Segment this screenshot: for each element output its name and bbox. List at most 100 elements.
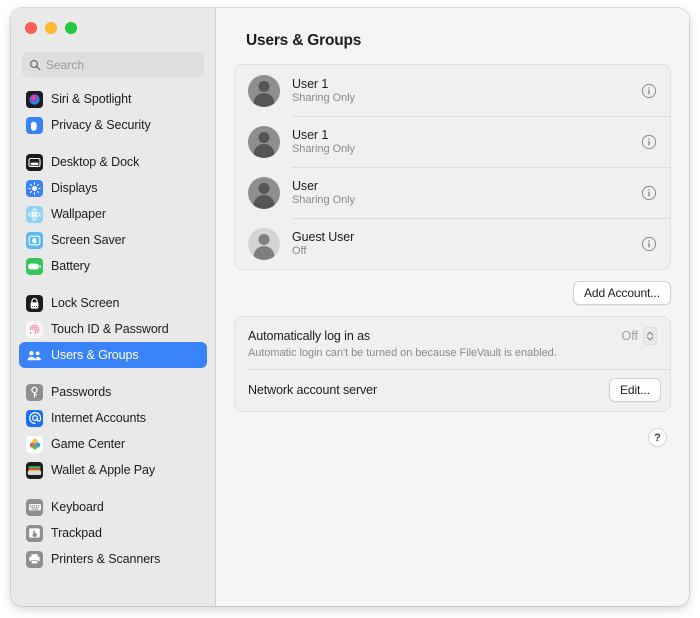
chevron-updown-icon[interactable] — [643, 327, 657, 345]
sidebar-item-keyboard[interactable]: Keyboard — [19, 494, 207, 520]
sidebar-item-label: Trackpad — [51, 526, 102, 540]
lock-icon — [26, 295, 43, 312]
sidebar: Siri & Spotlight Privacy & Security — [11, 8, 216, 606]
sidebar-item-game-center[interactable]: Game Center — [19, 431, 207, 457]
avatar — [248, 126, 280, 158]
people-icon — [26, 347, 43, 364]
search-input[interactable] — [46, 58, 197, 72]
avatar — [248, 75, 280, 107]
user-name: User 1 — [292, 128, 641, 142]
sidebar-nav: Siri & Spotlight Privacy & Security — [11, 86, 215, 572]
sidebar-item-label: Passwords — [51, 385, 111, 399]
user-info: User Sharing Only — [292, 179, 641, 206]
battery-icon — [26, 258, 43, 275]
user-name: User — [292, 179, 641, 193]
dock-icon — [26, 154, 43, 171]
user-info: Guest User Off — [292, 230, 641, 257]
add-account-row: Add Account... — [234, 281, 671, 305]
sidebar-item-siri-spotlight[interactable]: Siri & Spotlight — [19, 86, 207, 112]
sidebar-item-displays[interactable]: Displays — [19, 175, 207, 201]
user-row[interactable]: User 1 Sharing Only — [235, 116, 670, 167]
info-icon[interactable] — [641, 83, 657, 99]
sidebar-item-passwords[interactable]: Passwords — [19, 379, 207, 405]
sidebar-item-users-groups[interactable]: Users & Groups — [19, 342, 207, 368]
sidebar-item-label: Siri & Spotlight — [51, 92, 131, 106]
siri-icon — [26, 91, 43, 108]
sidebar-item-label: Touch ID & Password — [51, 322, 169, 336]
game-center-icon — [26, 436, 43, 453]
user-status: Sharing Only — [292, 143, 641, 155]
brightness-icon — [26, 180, 43, 197]
edit-button[interactable]: Edit... — [609, 378, 661, 402]
sidebar-item-label: Displays — [51, 181, 97, 195]
avatar — [248, 177, 280, 209]
minimize-button[interactable] — [45, 22, 57, 34]
printer-icon — [26, 551, 43, 568]
user-info: User 1 Sharing Only — [292, 77, 641, 104]
sidebar-group-2: Desktop & Dock — [19, 149, 207, 279]
user-row[interactable]: Guest User Off — [235, 218, 670, 269]
info-icon[interactable] — [641, 185, 657, 201]
keyboard-icon — [26, 499, 43, 516]
sidebar-item-battery[interactable]: Battery — [19, 253, 207, 279]
user-name: User 1 — [292, 77, 641, 91]
auto-login-value: Off — [622, 329, 638, 343]
hand-icon — [26, 117, 43, 134]
sidebar-item-lock-screen[interactable]: Lock Screen — [19, 290, 207, 316]
info-icon[interactable] — [641, 236, 657, 252]
screensaver-icon — [26, 232, 43, 249]
trackpad-icon — [26, 525, 43, 542]
window-controls — [11, 8, 215, 44]
sidebar-group-4: Passwords Internet Accounts — [19, 379, 207, 483]
user-row[interactable]: User Sharing Only — [235, 167, 670, 218]
sidebar-group-1: Siri & Spotlight Privacy & Security — [19, 86, 207, 138]
system-settings-window: Siri & Spotlight Privacy & Security — [11, 8, 689, 606]
sidebar-item-label: Keyboard — [51, 500, 104, 514]
info-icon[interactable] — [641, 134, 657, 150]
fingerprint-icon — [26, 321, 43, 338]
sidebar-item-privacy-security[interactable]: Privacy & Security — [19, 112, 207, 138]
auto-login-control[interactable]: Off — [622, 327, 657, 345]
sidebar-item-label: Screen Saver — [51, 233, 126, 247]
sidebar-item-label: Privacy & Security — [51, 118, 151, 132]
sidebar-item-wallet-apple-pay[interactable]: Wallet & Apple Pay — [19, 457, 207, 483]
help-button[interactable]: ? — [648, 428, 667, 447]
sidebar-item-label: Internet Accounts — [51, 411, 146, 425]
wallet-icon — [26, 462, 43, 479]
close-button[interactable] — [25, 22, 37, 34]
sidebar-item-label: Wallpaper — [51, 207, 106, 221]
maximize-button[interactable] — [65, 22, 77, 34]
user-row[interactable]: User 1 Sharing Only — [235, 65, 670, 116]
search-icon — [29, 59, 41, 71]
content-pane: Users & Groups User 1 Sharing Only — [216, 8, 689, 606]
sidebar-item-label: Desktop & Dock — [51, 155, 139, 169]
key-icon — [26, 384, 43, 401]
sidebar-item-screen-saver[interactable]: Screen Saver — [19, 227, 207, 253]
sidebar-item-touch-id-password[interactable]: Touch ID & Password — [19, 316, 207, 342]
sidebar-item-label: Printers & Scanners — [51, 552, 160, 566]
at-sign-icon — [26, 410, 43, 427]
users-list-card: User 1 Sharing Only User 1 Sh — [234, 64, 671, 270]
sidebar-group-3: Lock Screen Touch ID & Pas — [19, 290, 207, 368]
sidebar-item-printers-scanners[interactable]: Printers & Scanners — [19, 546, 207, 572]
search-field[interactable] — [22, 52, 204, 77]
add-account-button[interactable]: Add Account... — [573, 281, 671, 305]
flower-icon — [26, 206, 43, 223]
user-status: Off — [292, 245, 641, 257]
sidebar-item-wallpaper[interactable]: Wallpaper — [19, 201, 207, 227]
user-status: Sharing Only — [292, 92, 641, 104]
sidebar-group-5: Keyboard Trackpad — [19, 494, 207, 572]
sidebar-item-label: Game Center — [51, 437, 125, 451]
sidebar-item-label: Lock Screen — [51, 296, 119, 310]
sidebar-item-label: Users & Groups — [51, 348, 139, 362]
sidebar-item-label: Battery — [51, 259, 90, 273]
sidebar-item-trackpad[interactable]: Trackpad — [19, 520, 207, 546]
user-name: Guest User — [292, 230, 641, 244]
user-info: User 1 Sharing Only — [292, 128, 641, 155]
login-settings-card: Automatically log in as Off Automatic lo… — [234, 316, 671, 412]
sidebar-item-label: Wallet & Apple Pay — [51, 463, 155, 477]
auto-login-description: Automatic login can't be turned on becau… — [248, 347, 657, 359]
network-account-label: Network account server — [248, 383, 377, 397]
sidebar-item-desktop-dock[interactable]: Desktop & Dock — [19, 149, 207, 175]
sidebar-item-internet-accounts[interactable]: Internet Accounts — [19, 405, 207, 431]
